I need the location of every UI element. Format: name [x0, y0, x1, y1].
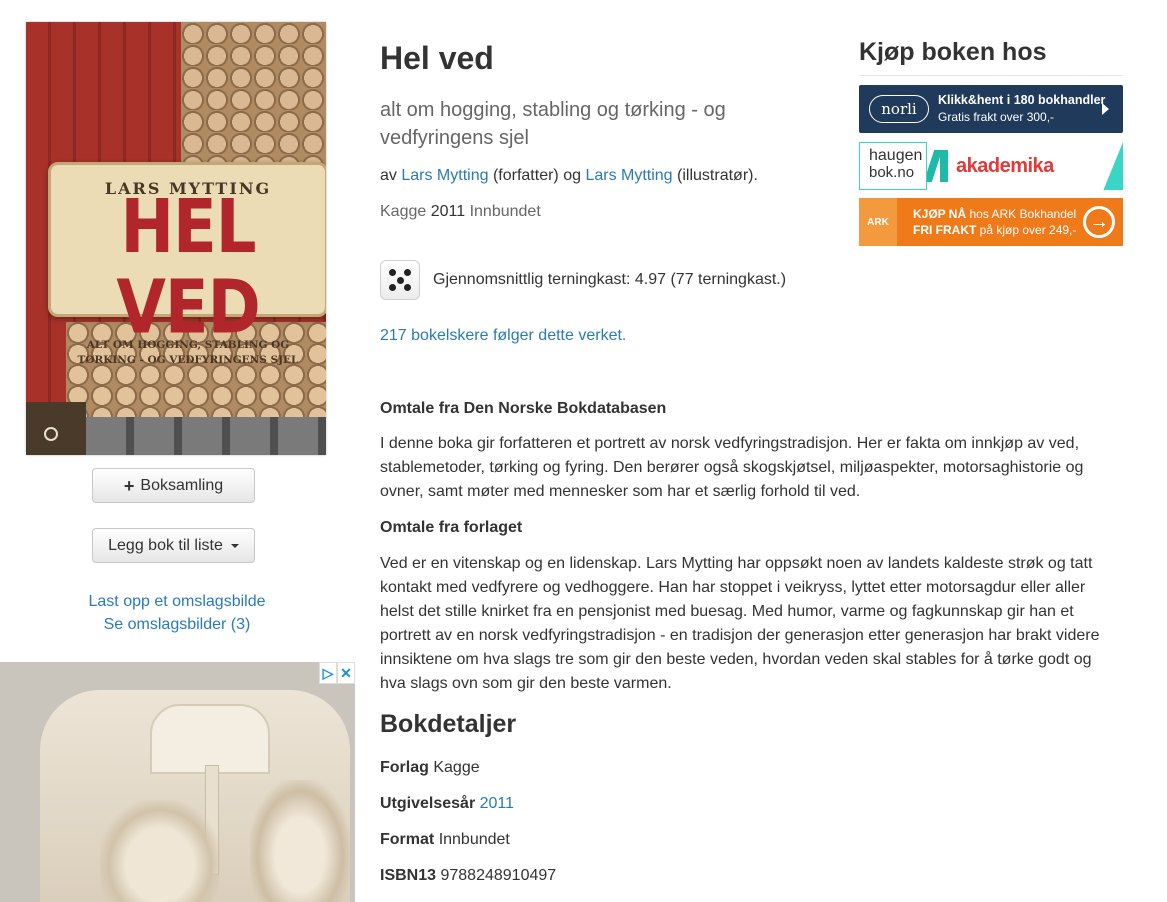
- detail-isbn: ISBN13 9788248910497: [380, 867, 556, 885]
- ark-line2-bold: FRI FRAKT: [913, 223, 977, 237]
- buy-heading: Kjøp boken hos: [859, 38, 1047, 66]
- publisher: Kagge: [380, 203, 427, 220]
- book-subtitle: alt om hogging, stabling og tørking - og…: [380, 99, 726, 149]
- norli-shop-banner[interactable]: norli Klikk&hent i 180 bokhandler Gratis…: [859, 85, 1123, 133]
- followers-link[interactable]: 217 bokelskere følger dette verket.: [380, 327, 626, 345]
- dice-five-icon: [380, 260, 420, 300]
- add-to-list-dropdown[interactable]: Legg bok til liste: [92, 528, 255, 563]
- rating-text: Gjennomsnittlig terningkast: 4.97 (77 te…: [433, 271, 787, 288]
- detail-format: Format Innbundet: [380, 831, 510, 849]
- ark-shop-banner[interactable]: ARK KJØP NÅ hos ARK Bokhandel FRI FRAKT …: [859, 198, 1123, 246]
- description-text: Ved er en vitenskap og en lidenskap. Lar…: [380, 555, 1100, 692]
- haugen-logo-text: haugen: [869, 147, 923, 164]
- ad-shirt-collar: [150, 704, 270, 774]
- ark-line1-rest: hos ARK Bokhandel: [969, 207, 1077, 221]
- average-rating: Gjennomsnittlig terningkast: 4.97 (77 te…: [380, 260, 786, 300]
- publisher-logo-icon: [44, 427, 58, 441]
- norli-text: Klikk&hent i 180 bokhandler Gratis frakt…: [938, 92, 1105, 126]
- plus-icon: +: [123, 475, 135, 496]
- publication-info: Kagge 2011 Innbundet: [380, 203, 541, 221]
- book-byline: av Lars Mytting (forfatter) og Lars Mytt…: [380, 167, 758, 185]
- add-to-collection-label: Boksamling: [140, 476, 224, 494]
- ad-sculpture-figure: [250, 780, 350, 902]
- description-heading: Omtale fra forlaget: [380, 519, 523, 536]
- cover-title-plaque: LARS MYTTING HEL VED ALT OM HOGGING, STA…: [48, 162, 326, 366]
- detail-label: Utgivelsesår: [380, 795, 476, 812]
- adchoices-icon[interactable]: ▷: [319, 662, 337, 684]
- add-to-list-label: Legg bok til liste: [108, 536, 223, 554]
- author-role: (forfatter) og: [492, 167, 581, 184]
- byline-prefix: av: [380, 167, 397, 184]
- haugenbok-shop-banner[interactable]: haugen bok.no akademika: [859, 142, 1123, 190]
- akademika-logo: akademika: [927, 142, 1123, 190]
- akademika-bars-icon: [927, 150, 948, 182]
- book-details-heading: Bokdetaljer: [380, 710, 517, 738]
- detail-label: Forlag: [380, 759, 429, 776]
- haugenbok-logo: haugen bok.no: [859, 142, 927, 190]
- description-text: I denne boka gir forfatteren et portrett…: [380, 435, 1084, 500]
- detail-label: Format: [380, 831, 435, 848]
- book-cover-image[interactable]: LARS MYTTING HEL VED ALT OM HOGGING, STA…: [26, 22, 326, 455]
- ark-line1-bold: KJØP NÅ: [913, 207, 967, 221]
- divider: [859, 75, 1123, 76]
- detail-value: Kagge: [433, 759, 480, 776]
- author-link[interactable]: Lars Mytting: [401, 167, 488, 184]
- akademika-text: akademika: [956, 154, 1054, 177]
- advertisement[interactable]: ▷ ✕: [0, 662, 355, 902]
- cover-title: HEL VED: [116, 185, 260, 351]
- close-ad-icon[interactable]: ✕: [337, 662, 355, 684]
- add-to-collection-button[interactable]: + Boksamling: [92, 468, 255, 503]
- page-title: Hel ved: [380, 40, 494, 76]
- detail-year-link[interactable]: 2011: [480, 795, 514, 812]
- detail-value: Innbundet: [438, 831, 510, 848]
- detail-publisher: Forlag Kagge: [380, 759, 480, 777]
- ark-line2-rest: på kjøp over 249,-: [979, 223, 1077, 237]
- caret-down-icon: [230, 543, 239, 548]
- ad-sculpture-figure: [100, 800, 220, 902]
- illustrator-link[interactable]: Lars Mytting: [585, 167, 672, 184]
- norli-line2: Gratis frakt over 300,-: [938, 110, 1055, 124]
- publication-year: 2011: [430, 203, 466, 220]
- ad-controls: ▷ ✕: [319, 662, 355, 684]
- cover-links: Last opp et omslagsbilde Se omslagsbilde…: [0, 590, 354, 636]
- description-heading: Omtale fra Den Norske Bokdatabasen: [380, 400, 667, 417]
- binding: Innbundet: [469, 203, 541, 220]
- illustrator-role: (illustratør).: [677, 167, 758, 184]
- see-covers-link[interactable]: Se omslagsbilder (3): [104, 616, 251, 633]
- norli-logo: norli: [869, 95, 929, 123]
- cover-pallet: [86, 417, 326, 455]
- bokno-logo-text: bok.no: [869, 164, 915, 181]
- upload-cover-link[interactable]: Last opp et omslagsbilde: [89, 593, 266, 610]
- ark-text: KJØP NÅ hos ARK Bokhandel FRI FRAKT på k…: [913, 206, 1076, 238]
- ad-shirt-image: [40, 690, 350, 902]
- arrow-right-circle-icon: →: [1083, 206, 1115, 238]
- arrow-right-icon: [1102, 103, 1109, 115]
- norli-line1: Klikk&hent i 180 bokhandler: [938, 93, 1106, 107]
- detail-value: 9788248910497: [440, 867, 557, 884]
- ark-logo: ARK: [859, 198, 897, 246]
- detail-year: Utgivelsesår 2011: [380, 795, 514, 813]
- detail-label: ISBN13: [380, 867, 437, 884]
